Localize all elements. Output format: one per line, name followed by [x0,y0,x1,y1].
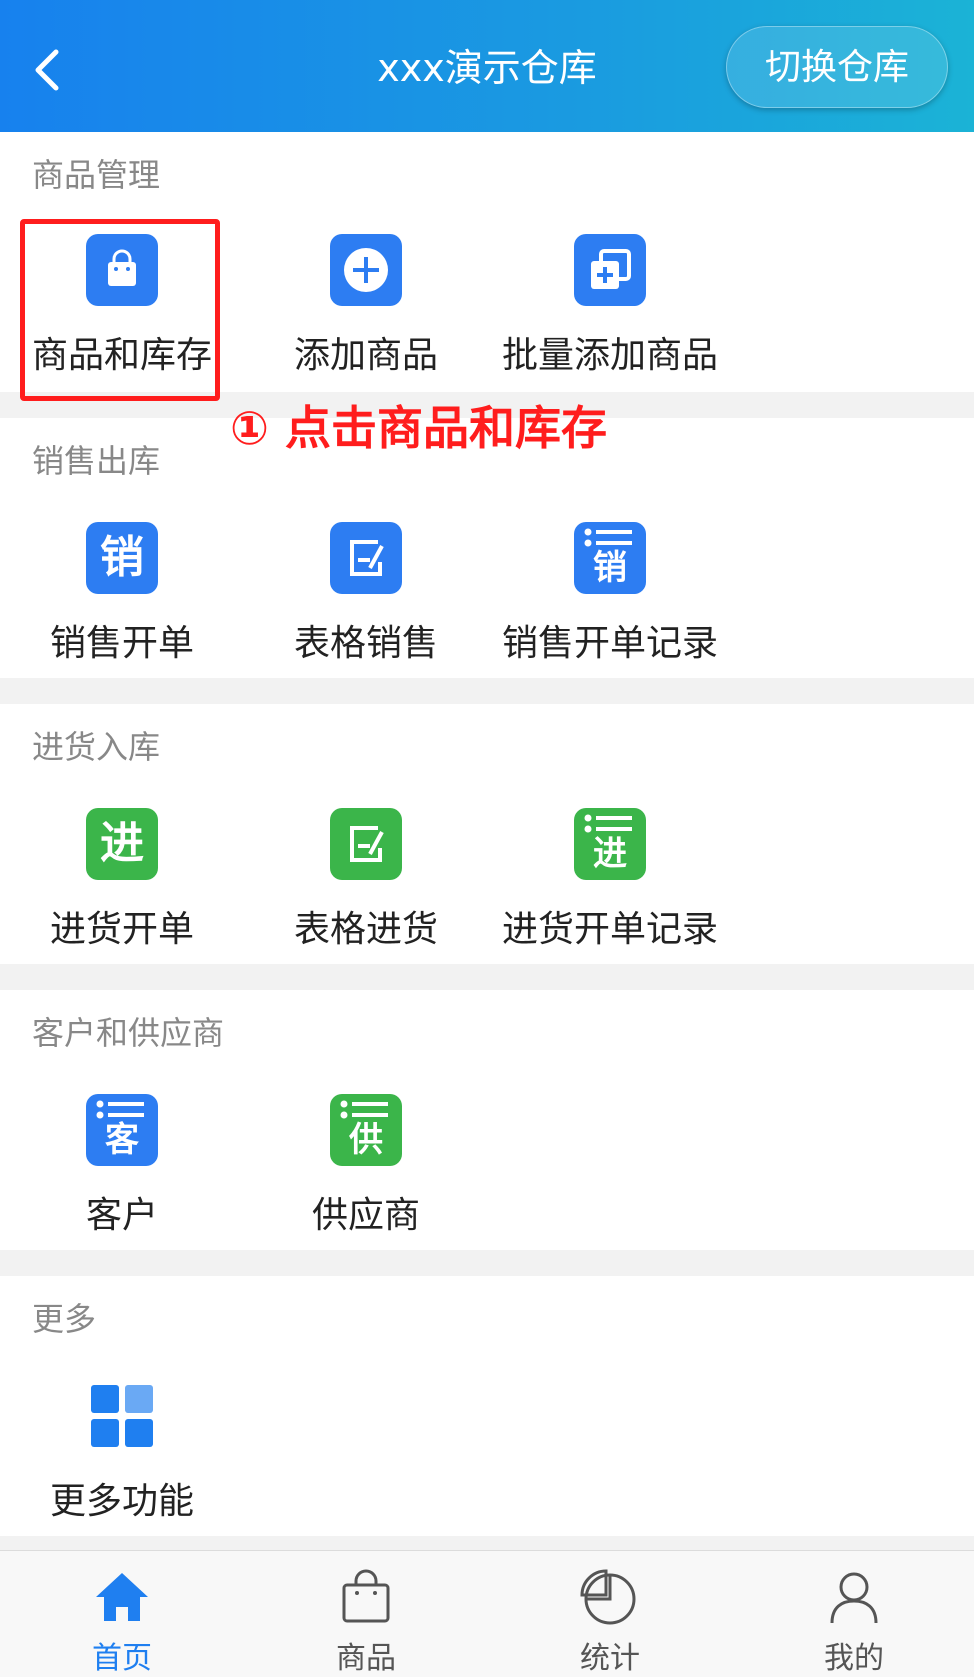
item-label: 进货开单 [49,909,194,950]
purchase-list-icon: 进 [574,808,646,880]
item-label: 更多功能 [49,1481,194,1522]
add-goods-item[interactable]: 添加商品 [244,234,488,376]
item-label: 表格进货 [293,909,438,950]
section-title: 客户和供应商 [32,1014,225,1052]
customers-item[interactable]: 客 客户 [0,1094,244,1236]
section-more: 更多 更多功能 [0,1276,974,1536]
item-label: 销售开单记录 [501,623,718,664]
home-icon [96,1573,148,1621]
bag-icon [342,1569,390,1623]
supplier-list-icon: 供 [330,1094,402,1166]
item-label: 表格销售 [293,623,438,664]
purchase-glyph-icon: 进 [86,808,158,880]
item-label: 进货开单记录 [501,909,718,950]
annotation-text: ① 点击商品和库存 [230,401,607,455]
item-label: 供应商 [311,1195,420,1236]
edit-form-icon [330,522,402,594]
sales-order-item[interactable]: 销 销售开单 [0,522,244,664]
section-title: 更多 [32,1300,97,1338]
app-header: xxx演示仓库 切换仓库 [0,0,974,132]
purchase-order-item[interactable]: 进 进货开单 [0,808,244,950]
section-partners: 客户和供应商 客 客户 供 供应商 [0,990,974,1250]
tab-home[interactable]: 首页 [0,1551,244,1677]
grid-icon [86,1380,158,1452]
tab-bar: 首页 商品 统计 我的 [0,1550,974,1677]
copy-plus-icon [574,234,646,306]
item-label: 客户 [85,1195,158,1236]
highlight-box [20,219,220,401]
user-icon [830,1572,878,1624]
section-title: 商品管理 [32,156,161,194]
table-sales-item[interactable]: 表格销售 [244,522,488,664]
edit-form-icon [330,808,402,880]
purchase-records-item[interactable]: 进 进货开单记录 [488,808,732,950]
section-purchase: 进货入库 进 进货开单 表格进货 进 进货开单记录 [0,704,974,964]
item-label: 添加商品 [293,335,438,376]
more-features-item[interactable]: 更多功能 [0,1380,244,1522]
tab-goods[interactable]: 商品 [244,1551,488,1677]
sales-records-item[interactable]: 销 销售开单记录 [488,522,732,664]
sales-glyph-icon: 销 [86,522,158,594]
batch-add-goods-item[interactable]: 批量添加商品 [488,234,732,376]
pie-chart-icon [580,1569,636,1625]
plus-circle-icon [330,234,402,306]
suppliers-item[interactable]: 供 供应商 [244,1094,488,1236]
switch-warehouse-button[interactable]: 切换仓库 [726,26,948,108]
table-purchase-item[interactable]: 表格进货 [244,808,488,950]
item-label: 批量添加商品 [501,335,718,376]
section-title: 进货入库 [32,728,161,766]
tab-me[interactable]: 我的 [732,1551,974,1677]
tab-statistics[interactable]: 统计 [488,1551,732,1677]
customer-list-icon: 客 [86,1094,158,1166]
sales-list-icon: 销 [574,522,646,594]
section-title: 销售出库 [32,442,161,480]
item-label: 销售开单 [49,623,194,664]
